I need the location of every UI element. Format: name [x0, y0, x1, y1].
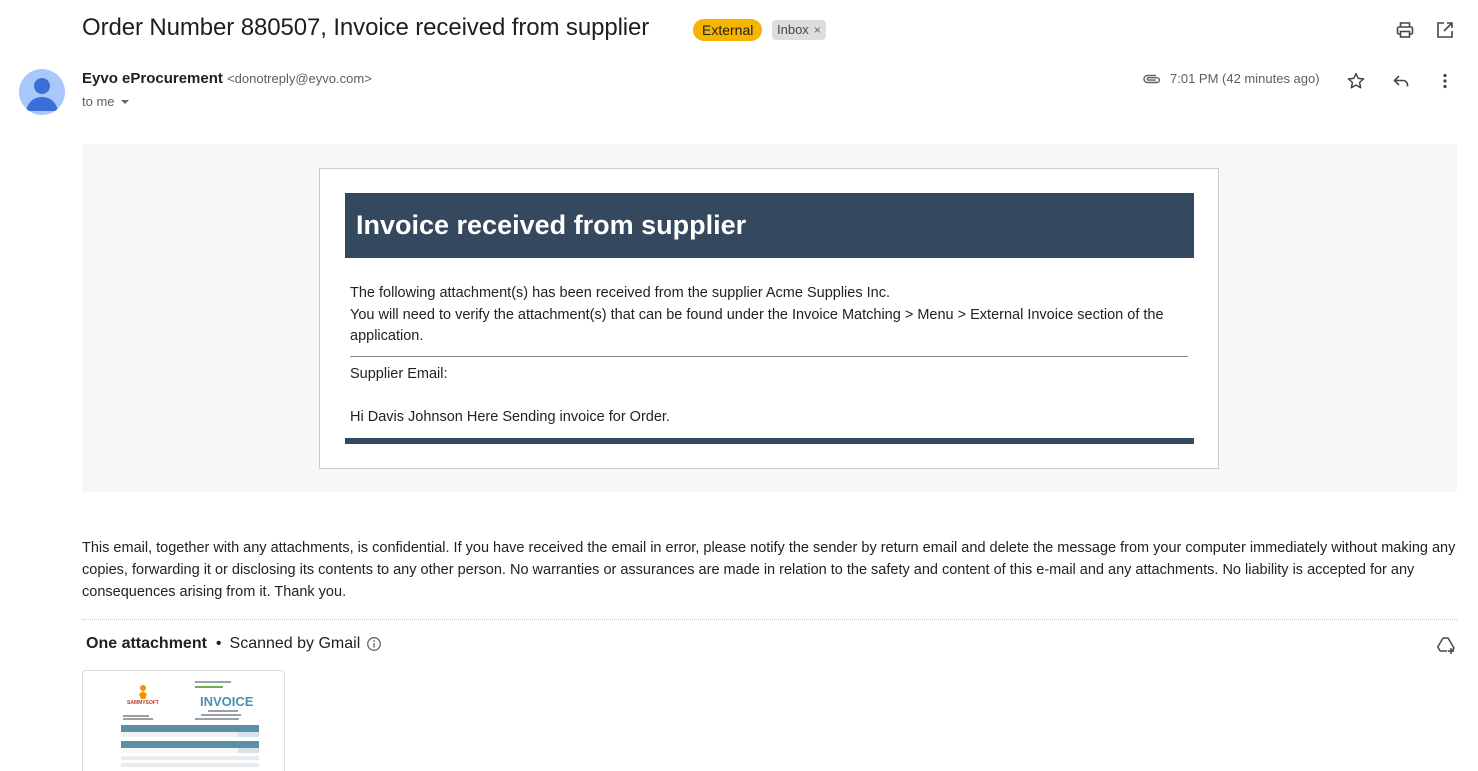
email-timestamp: 7:01 PM (42 minutes ago) [1170, 71, 1320, 86]
message-line-2: You will need to verify the attachment(s… [350, 306, 1164, 345]
remove-label-icon[interactable]: × [814, 23, 821, 37]
avatar[interactable] [19, 69, 65, 115]
print-icon [1396, 22, 1414, 38]
recipient-details[interactable]: to me [82, 94, 132, 109]
open-in-new-window-icon [1437, 22, 1453, 38]
sammysoft-logo: SAMMYSOFT [127, 685, 159, 706]
email-subject: Order Number 880507, Invoice received fr… [82, 14, 650, 41]
message-text: The following attachment(s) has been rec… [350, 283, 1185, 348]
separator-dot: • [215, 635, 222, 652]
info-icon[interactable] [366, 636, 382, 652]
scanned-label: Scanned by Gmail [229, 635, 361, 652]
sender-line: Eyvo eProcurement <donotreply@eyvo.com> [82, 70, 372, 87]
person-icon [26, 78, 58, 111]
divider [350, 356, 1188, 357]
reply-button[interactable] [1389, 69, 1413, 93]
chevron-down-icon[interactable] [118, 97, 132, 107]
logo-text: SAMMYSOFT [127, 700, 159, 706]
attachment-preview: SAMMYSOFT INVOICE [121, 681, 259, 767]
message-footer-bar [345, 438, 1194, 444]
supplier-message: Hi Davis Johnson Here Sending invoice fo… [350, 409, 670, 425]
sender-name[interactable]: Eyvo eProcurement [82, 70, 223, 87]
attachments-divider [82, 619, 1457, 620]
preview-title: INVOICE [200, 694, 254, 709]
label-external: External [693, 19, 763, 41]
attachment-indicator [1142, 72, 1162, 90]
attachment-thumbnail[interactable]: SAMMYSOFT INVOICE [82, 670, 285, 771]
banner-title: Invoice received from supplier [356, 210, 747, 240]
confidentiality-disclaimer: This email, together with any attachment… [82, 540, 1456, 600]
label-inbox[interactable]: Inbox × [772, 20, 826, 40]
add-to-drive-button[interactable] [1434, 633, 1458, 657]
more-options-button[interactable] [1433, 69, 1457, 93]
star-button[interactable] [1344, 69, 1368, 93]
add-to-drive-icon [1437, 637, 1455, 654]
message-line-1: The following attachment(s) has been rec… [350, 285, 890, 301]
attachment-count: One attachment [86, 635, 207, 652]
supplier-email-label: Supplier Email: [350, 366, 448, 382]
attachments-header: One attachment • Scanned by Gmail [86, 635, 382, 653]
open-in-new-window-button[interactable] [1433, 18, 1457, 42]
more-vert-icon [1443, 73, 1447, 89]
reply-icon [1393, 75, 1409, 87]
recipient-label: to me [82, 94, 115, 109]
print-button[interactable] [1393, 18, 1417, 42]
attachment-icon [1143, 74, 1161, 84]
message-banner: Invoice received from supplier [345, 193, 1194, 258]
sender-email: <donotreply@eyvo.com> [227, 71, 372, 86]
label-inbox-text: Inbox [777, 22, 809, 37]
star-icon [1347, 72, 1365, 89]
